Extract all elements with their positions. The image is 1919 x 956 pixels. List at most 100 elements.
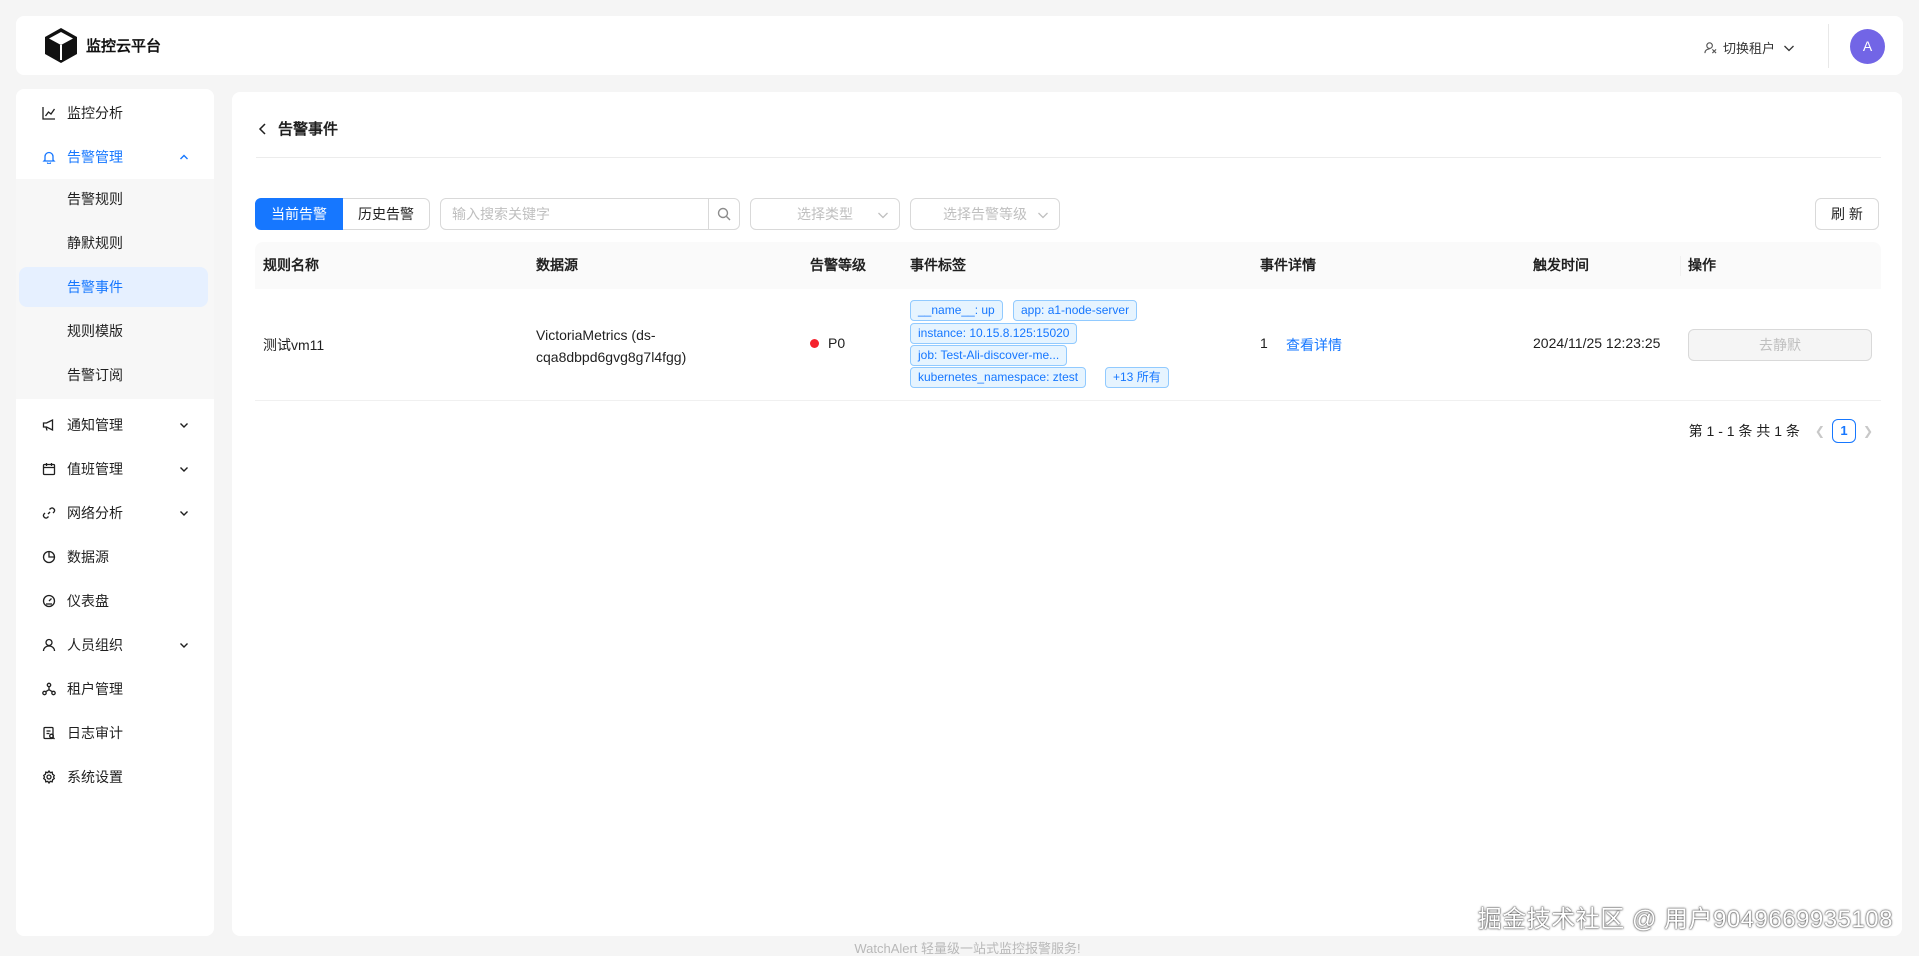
sidebar-item-label: 租户管理 [67, 681, 123, 697]
submenu-silence-rules[interactable]: 静默规则 [19, 223, 208, 263]
sidebar-item-oncall[interactable]: 值班管理 [19, 449, 208, 489]
event-tag: kubernetes_namespace: ztest [910, 367, 1087, 388]
prev-page-icon[interactable]: ❮ [1815, 424, 1825, 438]
chevron-down-icon [1784, 45, 1794, 51]
chevron-down-icon [180, 423, 188, 428]
dashboard-icon [42, 594, 56, 608]
watermark: 掘金技术社区 @ 用户9049669935108 [1477, 906, 1893, 933]
column-separator [1680, 256, 1681, 276]
gear-icon [42, 770, 56, 784]
table-header: 规则名称 数据源 告警等级 事件标签 事件详情 触发时间 操作 [255, 242, 1881, 289]
tab-history-alerts[interactable]: 历史告警 [343, 198, 430, 230]
submenu-alert-subscriptions[interactable]: 告警订阅 [19, 355, 208, 395]
pagination-summary: 第 1 - 1 条 共 1 条 [1688, 423, 1800, 439]
sidebar-item-monitoring[interactable]: 监控分析 [19, 93, 208, 133]
search-button[interactable] [708, 199, 739, 229]
event-tag: app: a1-node-server [1013, 300, 1138, 321]
main-content: 告警事件 当前告警 历史告警 选择类型 选择告警等级 刷 新 规则名称 数据源 … [232, 92, 1902, 936]
cell-trigger-time: 2024/11/25 12:23:25 [1533, 335, 1661, 351]
back-arrow-icon[interactable] [256, 122, 270, 136]
sidebar-item-people[interactable]: 人员组织 [19, 625, 208, 665]
column-header-tags: 事件标签 [910, 257, 966, 273]
sidebar-item-label: 网络分析 [67, 505, 123, 521]
sidebar-item-label: 数据源 [67, 549, 109, 565]
pagination: 第 1 - 1 条 共 1 条 ❮ 1 ❯ [1689, 419, 1880, 443]
sidebar-item-datasource[interactable]: 数据源 [19, 537, 208, 577]
chevron-down-icon [180, 467, 188, 472]
column-header-trigger-time: 触发时间 [1533, 257, 1589, 273]
chevron-up-icon [180, 154, 188, 160]
column-header-rule-name: 规则名称 [263, 257, 319, 273]
chevron-down-icon [1038, 212, 1048, 219]
alert-events-table: 规则名称 数据源 告警等级 事件标签 事件详情 触发时间 操作 测试vm11 V… [255, 242, 1881, 401]
sidebar: 监控分析 告警管理 告警规则 静默规则 告警事件 规则模版 告警订阅 通知管理 … [16, 89, 214, 936]
sidebar-item-label: 仪表盘 [67, 593, 109, 609]
sidebar-item-label: 系统设置 [67, 769, 123, 785]
user-icon [42, 638, 56, 652]
cell-datasource: VictoriaMetrics (ds- cqa8dbpd6gvg8g7l4fg… [536, 324, 686, 368]
table-row: 测试vm11 VictoriaMetrics (ds- cqa8dbpd6gvg… [255, 289, 1881, 401]
sidebar-item-audit[interactable]: 日志审计 [19, 713, 208, 753]
cell-tags: __name__: up app: a1-node-server instanc… [910, 300, 1250, 390]
type-select[interactable]: 选择类型 [750, 198, 900, 230]
cell-detail-count: 1 [1260, 335, 1268, 351]
link-icon [42, 506, 56, 520]
tenant-switch[interactable]: 切换租户 [1704, 38, 1795, 57]
column-header-action: 操作 [1688, 257, 1716, 273]
audit-icon [42, 726, 56, 740]
chevron-down-icon [180, 643, 188, 648]
chevron-down-icon [180, 511, 188, 516]
tenant-switch-label: 切换租户 [1722, 41, 1775, 56]
datasource-line: cqa8dbpd6gvg8g7l4fgg) [536, 349, 687, 365]
silence-button[interactable]: 去静默 [1688, 329, 1872, 361]
severity-dot-icon [810, 338, 819, 348]
level-label: P0 [828, 335, 846, 351]
sidebar-item-label: 人员组织 [67, 637, 123, 653]
header-divider [1828, 24, 1829, 68]
cell-rule-name: 测试vm11 [263, 337, 325, 353]
app-logo[interactable]: 监控云平台 [42, 26, 161, 64]
column-header-level: 告警等级 [810, 257, 866, 273]
datasource-line: VictoriaMetrics (ds- [536, 327, 656, 343]
refresh-button[interactable]: 刷 新 [1815, 198, 1879, 230]
tab-current-alerts[interactable]: 当前告警 [255, 198, 343, 230]
alert-submenu: 告警规则 静默规则 告警事件 规则模版 告警订阅 [16, 179, 214, 399]
submenu-alert-rules[interactable]: 告警规则 [19, 179, 208, 219]
level-select-placeholder: 选择告警等级 [943, 206, 1027, 222]
sidebar-item-tenant[interactable]: 租户管理 [19, 669, 208, 709]
pie-chart-icon [42, 550, 56, 564]
search-input[interactable] [441, 199, 708, 229]
page-header: 告警事件 [256, 118, 338, 139]
sidebar-item-network[interactable]: 网络分析 [19, 493, 208, 533]
sidebar-item-dashboard[interactable]: 仪表盘 [19, 581, 208, 621]
megaphone-icon [42, 418, 56, 432]
page-title: 告警事件 [278, 121, 339, 138]
sidebar-item-label: 监控分析 [67, 105, 123, 121]
avatar[interactable]: A [1850, 29, 1885, 64]
level-select[interactable]: 选择告警等级 [910, 198, 1060, 230]
alert-tabs: 当前告警 历史告警 [255, 198, 430, 230]
search-box [440, 198, 740, 230]
bar-chart-icon [42, 106, 56, 120]
sidebar-item-settings[interactable]: 系统设置 [19, 757, 208, 797]
sidebar-item-label: 通知管理 [67, 417, 123, 433]
column-header-datasource: 数据源 [536, 257, 578, 273]
sidebar-item-label: 日志审计 [67, 725, 123, 741]
view-details-link[interactable]: 查看详情 [1286, 335, 1342, 355]
more-tags-button[interactable]: +13 所有 [1105, 367, 1169, 388]
search-icon [717, 207, 731, 221]
page-number-button[interactable]: 1 [1831, 419, 1856, 443]
sidebar-item-label: 值班管理 [67, 461, 123, 477]
top-header: 监控云平台 切换租户 A [16, 16, 1903, 75]
submenu-alert-events[interactable]: 告警事件 [19, 267, 208, 307]
type-select-placeholder: 选择类型 [797, 206, 853, 222]
calendar-icon [42, 462, 56, 476]
sidebar-item-alert-management[interactable]: 告警管理 [19, 137, 208, 177]
sidebar-item-notification[interactable]: 通知管理 [19, 405, 208, 445]
next-page-icon[interactable]: ❯ [1863, 424, 1873, 438]
sidebar-item-label: 告警管理 [67, 149, 123, 165]
submenu-rule-templates[interactable]: 规则模版 [19, 311, 208, 351]
switch-user-icon [1704, 42, 1717, 54]
chevron-down-icon [878, 212, 888, 219]
column-header-detail: 事件详情 [1260, 257, 1316, 273]
